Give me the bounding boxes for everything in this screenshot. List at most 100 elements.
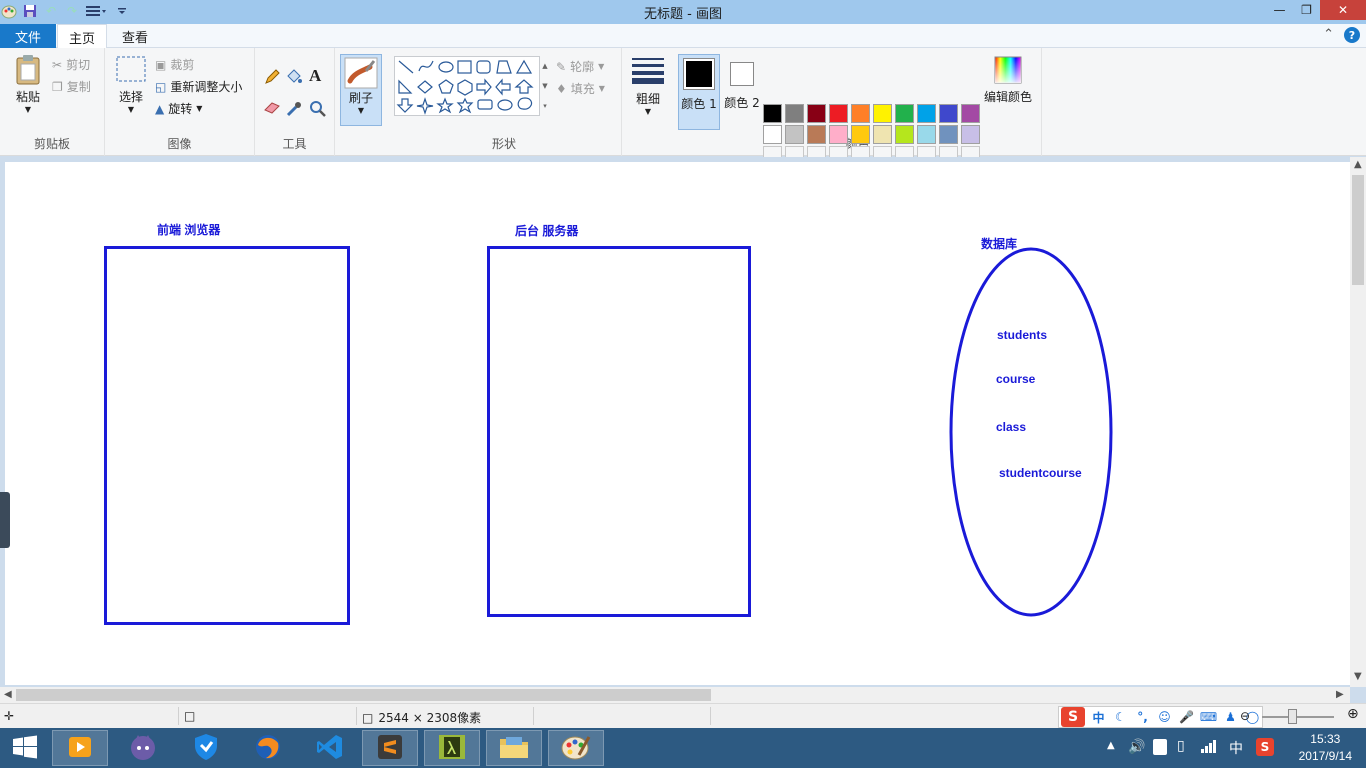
color-swatch[interactable] (807, 104, 826, 123)
resize-button[interactable]: ◱ 重新调整大小 (155, 78, 242, 95)
color-swatch[interactable] (785, 125, 804, 144)
microphone-icon[interactable]: 🎤 (1178, 709, 1195, 726)
minimize-button[interactable]: — (1266, 0, 1293, 20)
taskbar-file-explorer[interactable] (486, 730, 542, 766)
drawing-canvas[interactable]: 前端 浏览器 后台 服务器 数据库 students course class … (5, 162, 1350, 685)
copy-button[interactable]: ❐ 复制 (52, 78, 91, 95)
select-dropdown-icon[interactable]: ▼ (128, 105, 134, 114)
brushes-dropdown-icon[interactable]: ▼ (358, 106, 364, 115)
color-swatch[interactable] (807, 125, 826, 144)
scroll-up-icon[interactable]: ▲ (1354, 159, 1362, 170)
close-button[interactable]: ✕ (1320, 0, 1366, 20)
vertical-scrollbar[interactable]: ▲ ▼ (1350, 157, 1366, 687)
zoom-slider-track[interactable] (1262, 716, 1334, 718)
taskbar-lambda-app[interactable] (424, 730, 480, 766)
taskbar-visual-studio[interactable] (302, 730, 358, 766)
size-button[interactable]: 粗细 ▼ (628, 56, 668, 116)
shapes-gallery-icons[interactable] (395, 57, 541, 117)
taskbar-cat-app[interactable] (115, 730, 171, 766)
security-tray-icon[interactable] (1153, 739, 1167, 755)
taskbar-clock[interactable]: 15:33 2017/9/14 (1299, 731, 1352, 765)
color-swatch[interactable] (961, 104, 980, 123)
vertical-scroll-thumb[interactable] (1352, 175, 1364, 285)
zoom-slider-thumb[interactable] (1288, 709, 1297, 724)
color-swatch[interactable] (763, 125, 782, 144)
color-swatch[interactable] (895, 104, 914, 123)
crop-button[interactable]: ▣ 裁剪 (155, 56, 194, 73)
taskbar-security-app[interactable] (178, 730, 234, 766)
start-button[interactable] (0, 730, 50, 766)
zoom-out-icon[interactable]: ⊖ (1240, 709, 1250, 723)
color-swatch[interactable] (829, 125, 848, 144)
punctuation-icon[interactable]: °, (1134, 709, 1151, 726)
outline-button[interactable]: ✎ 轮廓 ▼ (556, 58, 604, 75)
half-width-moon-icon[interactable]: ☾ (1112, 709, 1129, 726)
shapes-scroll[interactable]: ▲ ▼ ▾ (540, 56, 550, 116)
magnifier-icon[interactable] (309, 100, 327, 118)
color2-button[interactable]: 颜色 2 (721, 54, 763, 111)
color-swatch[interactable] (939, 125, 958, 144)
color-swatch[interactable] (785, 104, 804, 123)
collapse-ribbon-icon[interactable]: ⌃ (1323, 27, 1334, 43)
volume-icon[interactable]: 🔊 (1128, 739, 1145, 755)
tray-ime-mode[interactable]: 中 (1229, 738, 1243, 758)
edit-colors-button[interactable]: 编辑颜色 (984, 56, 1032, 105)
taskbar-sublime-text[interactable] (362, 730, 418, 766)
keyboard-icon[interactable]: ⌨ (1200, 709, 1217, 726)
show-hidden-icons[interactable]: ▲ (1107, 740, 1115, 751)
crop-label: 裁剪 (170, 58, 195, 72)
user-icon[interactable]: ♟ (1222, 709, 1239, 726)
select-button[interactable]: 选择 ▼ (113, 56, 149, 114)
taskbar-paint[interactable] (548, 730, 604, 766)
text-tool-icon[interactable]: A (309, 66, 321, 86)
tab-home[interactable]: 主页 (57, 24, 107, 49)
rotate-button[interactable]: ▲ 旋转 ▼ (155, 100, 202, 117)
paste-dropdown-icon[interactable]: ▼ (25, 105, 31, 114)
emoji-icon[interactable]: ☺ (1156, 709, 1173, 726)
color2-swatch (730, 62, 754, 86)
color-swatch[interactable] (895, 125, 914, 144)
color-swatch[interactable] (961, 125, 980, 144)
network-signal-icon[interactable] (1200, 738, 1218, 757)
scroll-down-icon[interactable]: ▼ (1354, 671, 1362, 682)
horizontal-scroll-thumb[interactable] (16, 689, 711, 701)
taskbar-firefox[interactable] (240, 730, 296, 766)
fill-bucket-icon[interactable] (285, 68, 303, 86)
color-swatch[interactable] (873, 104, 892, 123)
eraser-icon[interactable] (263, 100, 281, 114)
tab-view[interactable]: 查看 (110, 24, 160, 48)
paste-button[interactable]: 粘贴 ▼ (8, 54, 48, 114)
fill-button[interactable]: ♦ 填充 ▼ (556, 80, 605, 97)
color-swatch[interactable] (917, 125, 936, 144)
scroll-right-icon[interactable]: ▶ (1336, 689, 1344, 700)
color1-button[interactable]: 颜色 1 (678, 54, 720, 130)
sogou-logo-icon[interactable]: S (1061, 707, 1085, 727)
horizontal-scrollbar[interactable]: ◀ ▶ (0, 687, 1350, 703)
ime-mode[interactable]: 中 (1090, 709, 1107, 726)
color-picker-icon[interactable] (285, 100, 303, 118)
color-swatch[interactable] (763, 104, 782, 123)
pencil-icon[interactable] (263, 68, 281, 86)
size-dropdown-icon[interactable]: ▼ (645, 107, 651, 116)
color-swatch[interactable] (851, 125, 870, 144)
shapes-gallery (394, 56, 540, 116)
brushes-button[interactable]: 刷子 ▼ (340, 54, 382, 126)
color-swatch[interactable] (939, 104, 958, 123)
sogou-tray-icon[interactable]: S (1256, 738, 1274, 756)
usb-device-icon[interactable]: ▯ (1177, 738, 1185, 754)
zoom-in-icon[interactable]: ⊕ (1347, 706, 1359, 722)
color-swatch[interactable] (829, 104, 848, 123)
table-label-class: class (996, 420, 1027, 434)
restore-button[interactable]: ❐ (1293, 0, 1320, 20)
color-swatch[interactable] (917, 104, 936, 123)
side-gadget-handle[interactable] (0, 492, 10, 548)
rotate-dropdown-icon[interactable]: ▼ (196, 104, 202, 113)
scroll-left-icon[interactable]: ◀ (4, 689, 12, 700)
taskbar-video-player[interactable] (52, 730, 108, 766)
selection-rectangle-icon (116, 56, 146, 82)
color-swatch[interactable] (873, 125, 892, 144)
help-icon[interactable]: ? (1344, 27, 1360, 43)
cut-button[interactable]: ✂ 剪切 (52, 56, 90, 73)
color-swatch[interactable] (851, 104, 870, 123)
tab-file[interactable]: 文件 (0, 24, 56, 48)
